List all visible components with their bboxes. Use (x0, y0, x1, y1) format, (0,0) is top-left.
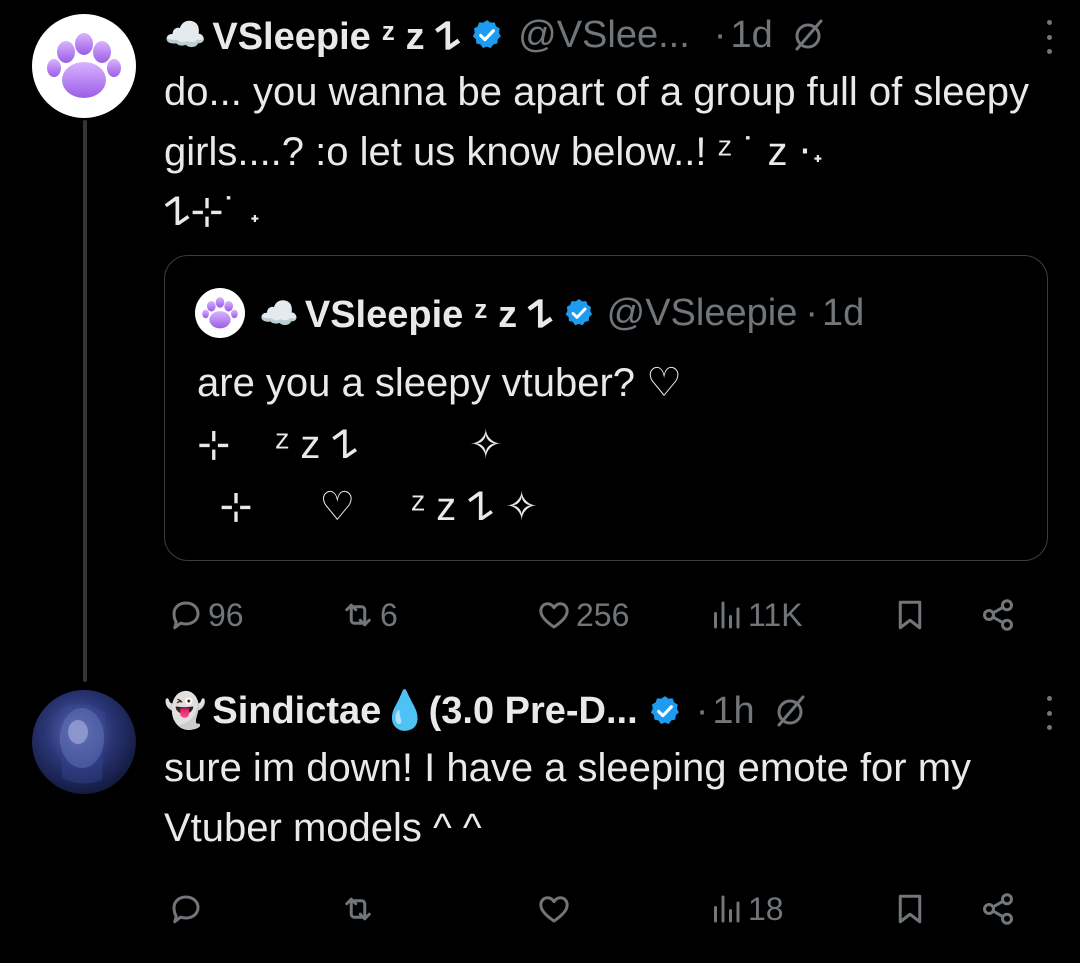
quoted-avatar (195, 288, 245, 338)
tweet-actions-bar: 96 6 256 11K (164, 590, 1030, 640)
quoted-tweet[interactable]: ☁️ VSleepie ᶻ z 𐰁 @VSleepie · 1d are you… (164, 255, 1048, 561)
reply-button[interactable]: 96 (168, 590, 244, 640)
tweet-vsleepie[interactable]: ☁️ VSleepie ᶻ z 𐰁 @VSlee... · 1d do... y… (164, 10, 1056, 242)
bookmark-icon (898, 894, 922, 924)
bookmark-button[interactable] (892, 590, 928, 640)
timestamp[interactable]: 1h (712, 690, 754, 733)
share-icon (983, 893, 1013, 925)
verified-badge-icon[interactable] (470, 18, 504, 52)
heart-icon (539, 602, 569, 629)
verified-badge-icon (565, 299, 592, 326)
quoted-tweet-text: are you a sleepy vtuber? ♡ ⊹ ᶻ z 𐰁 ✧ ⊹ ♡ … (197, 352, 682, 538)
views-button[interactable]: 11K (708, 590, 803, 640)
thread-connector-line (83, 120, 87, 682)
grok-icon[interactable] (791, 17, 827, 53)
cloud-icon: ☁️ (259, 294, 299, 332)
quoted-timestamp: 1d (821, 291, 865, 334)
sindictae-avatar[interactable] (32, 690, 136, 794)
more-options-icon[interactable] (1042, 20, 1056, 54)
user-handle[interactable]: @VSlee... (518, 14, 690, 57)
ghost-icon: 👻 (164, 691, 207, 731)
like-button[interactable] (536, 884, 572, 934)
paw-icon (202, 297, 238, 329)
reply-icon (172, 601, 200, 630)
verified-badge-icon[interactable] (648, 694, 682, 728)
bookmark-button[interactable] (892, 884, 928, 934)
tweet-header: 👻 Sindictae💧(3.0 Pre-D... · 1h (164, 686, 1056, 736)
tweet-header: ☁️ VSleepie ᶻ z 𐰁 @VSlee... · 1d (164, 10, 1056, 60)
reply-count: 96 (208, 596, 244, 633)
retweet-icon (345, 897, 371, 921)
more-options-icon[interactable] (1042, 696, 1056, 730)
retweet-button[interactable] (340, 884, 376, 934)
views-chart-icon (714, 601, 740, 629)
vsleepie-avatar[interactable] (32, 14, 136, 118)
display-name[interactable]: VSleepie ᶻ z 𐰁 (212, 9, 460, 61)
bookmark-icon (898, 600, 922, 630)
retweet-icon (345, 603, 371, 627)
grok-icon[interactable] (773, 693, 809, 729)
quoted-display-name: VSleepie ᶻ z 𐰁 (304, 294, 553, 336)
reply-button[interactable] (168, 884, 204, 934)
paw-icon (47, 33, 121, 98)
reply-icon (172, 895, 200, 924)
quoted-line-2: ⊹ ᶻ z 𐰁 ✧ (197, 423, 503, 467)
like-count: 256 (576, 596, 630, 633)
like-button[interactable]: 256 (536, 590, 629, 640)
views-button[interactable]: 18 (708, 884, 784, 934)
retweet-count: 6 (380, 596, 398, 633)
quoted-line-1: are you a sleepy vtuber? ♡ (197, 361, 683, 405)
separator-dot: · (713, 13, 727, 56)
quoted-user-handle: @VSleepie (606, 291, 798, 334)
views-chart-icon (714, 895, 740, 923)
separator-dot: · (695, 689, 709, 732)
tweet-text: sure im down! I have a sleeping emote fo… (164, 746, 983, 850)
retweet-button[interactable]: 6 (340, 590, 398, 640)
quoted-tweet-header: ☁️ VSleepie ᶻ z 𐰁 @VSleepie · 1d (195, 288, 864, 338)
view-count: 18 (748, 890, 784, 927)
share-icon (983, 599, 1013, 631)
cloud-icon: ☁️ (164, 15, 207, 55)
timestamp[interactable]: 1d (730, 14, 772, 57)
view-count: 11K (748, 596, 803, 633)
tweet-text: do... you wanna be apart of a group full… (164, 70, 1030, 234)
tweet-actions-bar: 18 (164, 884, 1030, 934)
separator-dot: · (805, 291, 818, 334)
share-button[interactable] (980, 590, 1016, 640)
display-name[interactable]: Sindictae💧(3.0 Pre-D... (212, 689, 637, 733)
anime-character-image (60, 703, 106, 784)
tweet-sindictae[interactable]: 👻 Sindictae💧(3.0 Pre-D... · 1h sure im d… (164, 686, 1056, 858)
share-button[interactable] (980, 884, 1016, 934)
heart-icon (539, 896, 569, 923)
quoted-line-3: ⊹ ♡ ᶻ z 𐰁 ✧ (197, 485, 539, 529)
